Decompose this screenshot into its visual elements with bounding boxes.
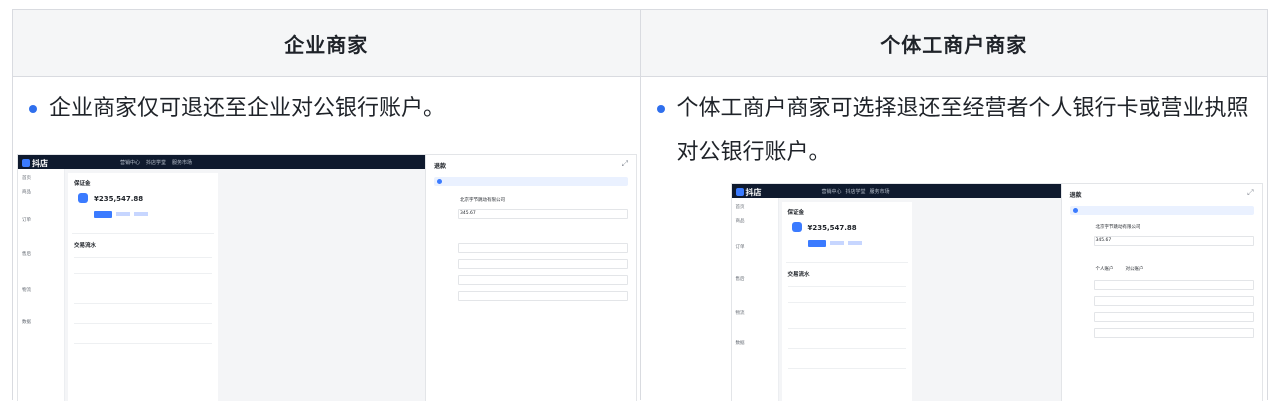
bullet-item: 企业商家仅可退还至企业对公银行账户。	[29, 87, 620, 131]
deposit-title: 保证金	[74, 181, 91, 187]
column-individual: 个体工商户商家 个体工商户商家可选择退还至经营者个人银行卡或营业执照对公银行账户…	[639, 10, 1268, 401]
deposit-amount: ¥235,547.88	[807, 224, 857, 232]
account-name: 北京字节跳动有限公司	[460, 198, 505, 203]
table-row	[787, 286, 906, 287]
deposit-amount: ¥235,547.88	[94, 195, 144, 203]
screenshot-sidebar: 首页 商品 订单 售后 物流 数据	[18, 169, 65, 401]
bullet-dot-icon	[29, 105, 37, 113]
shield-icon	[791, 222, 802, 232]
refund-panel: 退款 ⤢ 北京字节跳动有限公司 345.67	[425, 155, 636, 401]
sidebar-item: 售后	[22, 252, 31, 257]
recharge-button	[807, 240, 826, 247]
table-row	[74, 343, 212, 344]
nav-item: 抖店学堂	[146, 160, 167, 166]
column-body: 个体工商户商家可选择退还至经营者个人银行卡或营业执照对公银行账户。 抖店 营销中…	[641, 77, 1268, 401]
nav-item: 营销中心	[120, 160, 141, 166]
deposit-card: 保证金 ¥235,547.88	[72, 177, 214, 234]
info-icon	[437, 179, 442, 184]
table-row	[74, 303, 212, 304]
bank-field	[1070, 296, 1254, 306]
sidebar-item: 商品	[735, 219, 745, 224]
refund-amount-field: 345.67	[434, 209, 628, 219]
screenshot-main: 保证金 ¥235,547.88 交易流水	[781, 202, 912, 401]
expand-icon: ⤢	[1247, 188, 1254, 197]
sidebar-item: 订单	[735, 245, 745, 250]
sidebar-item: 数据	[735, 341, 745, 346]
account-name: 北京字节跳动有限公司	[1095, 225, 1141, 230]
sidebar-item: 物流	[22, 288, 31, 293]
bullet-text: 企业商家仅可退还至企业对公银行账户。	[49, 96, 446, 121]
bank-card-field	[434, 243, 628, 253]
notice-bar	[434, 177, 628, 186]
account-type-personal: 个人账户	[1095, 267, 1114, 272]
link	[134, 212, 148, 216]
account-type-field: 个人账户 对公账户	[1070, 264, 1254, 273]
table-row	[787, 368, 906, 369]
sidebar-item: 售后	[735, 277, 745, 282]
shield-icon	[78, 193, 88, 203]
expand-icon: ⤢	[621, 159, 628, 168]
flow-title: 交易流水	[74, 243, 97, 249]
refund-amount-field: 345.67	[1070, 236, 1254, 246]
table-row	[74, 257, 212, 258]
comparison-table: 企业商家 企业商家仅可退还至企业对公银行账户。 抖店 营销中心 抖店学堂 服务市…	[12, 9, 1268, 401]
store-icon	[735, 188, 744, 196]
sidebar-item: 数据	[22, 320, 31, 325]
bullet-dot-icon	[656, 105, 665, 113]
sidebar-item: 订单	[22, 218, 31, 223]
nav-item: 服务市场	[172, 160, 193, 166]
panel-title: 退款	[1069, 192, 1082, 199]
screenshot-main: 保证金 ¥235,547.88 交易流水	[68, 173, 218, 401]
info-icon	[1072, 208, 1078, 213]
region-field	[434, 275, 628, 285]
store-icon	[22, 159, 30, 167]
flow-title: 交易流水	[787, 272, 810, 278]
refund-amount: 345.67	[1095, 238, 1112, 243]
branch-field	[434, 291, 628, 301]
branch-field	[1070, 328, 1254, 338]
refund-panel: 退款 ⤢ 北京字节跳动有限公司 345.67 个人账户 对公账户	[1060, 184, 1262, 401]
notice-bar	[1069, 206, 1254, 215]
screenshot-individual: 抖店 营销中心 抖店学堂 服务市场 首页 商品 订单 售后 物流 数据 保证金	[730, 183, 1263, 401]
bank-card-field	[1070, 280, 1254, 290]
deposit-card: 保证金 ¥235,547.88	[785, 206, 908, 263]
bullet-item: 个体工商户商家可选择退还至经营者个人银行卡或营业执照对公银行账户。	[656, 87, 1252, 175]
region-field	[1070, 312, 1254, 322]
table-row	[787, 348, 906, 349]
sidebar-item: 首页	[22, 176, 31, 181]
account-name-field: 北京字节跳动有限公司	[434, 195, 628, 204]
panel-title: 退款	[434, 163, 447, 170]
screenshot-sidebar: 首页 商品 订单 售后 物流 数据	[731, 198, 779, 401]
deposit-title: 保证金	[787, 210, 805, 216]
table-row	[787, 328, 906, 329]
refund-amount: 345.67	[460, 211, 476, 216]
link	[116, 212, 130, 216]
nav-item: 营销中心	[821, 189, 842, 195]
bank-field	[434, 259, 628, 269]
table-row	[787, 302, 906, 303]
column-enterprise: 企业商家 企业商家仅可退还至企业对公银行账户。 抖店 营销中心 抖店学堂 服务市…	[13, 10, 640, 401]
sidebar-item: 商品	[22, 190, 31, 195]
link	[829, 241, 844, 245]
sidebar-item: 首页	[735, 205, 745, 210]
sidebar-item: 物流	[735, 311, 745, 316]
screenshot-enterprise: 抖店 营销中心 抖店学堂 服务市场 首页 商品 订单 售后 物流 数据 保证金	[17, 154, 637, 401]
nav-item: 服务市场	[869, 189, 890, 195]
table-row	[74, 273, 212, 274]
table-row	[74, 323, 212, 324]
bullet-text: 个体工商户商家可选择退还至经营者个人银行卡或营业执照对公银行账户。	[676, 96, 1249, 165]
column-header: 个体工商户商家	[640, 10, 1267, 77]
account-name-field: 北京字节跳动有限公司	[1070, 222, 1254, 231]
column-header: 企业商家	[13, 10, 640, 77]
account-type-public: 对公账户	[1125, 267, 1144, 272]
link	[847, 241, 862, 245]
screenshot-logo: 抖店	[735, 187, 762, 198]
nav-item: 抖店学堂	[845, 189, 866, 195]
column-body: 企业商家仅可退还至企业对公银行账户。 抖店 营销中心 抖店学堂 服务市场 首页 …	[13, 77, 640, 401]
recharge-button	[94, 211, 112, 218]
screenshot-logo: 抖店	[22, 158, 48, 169]
